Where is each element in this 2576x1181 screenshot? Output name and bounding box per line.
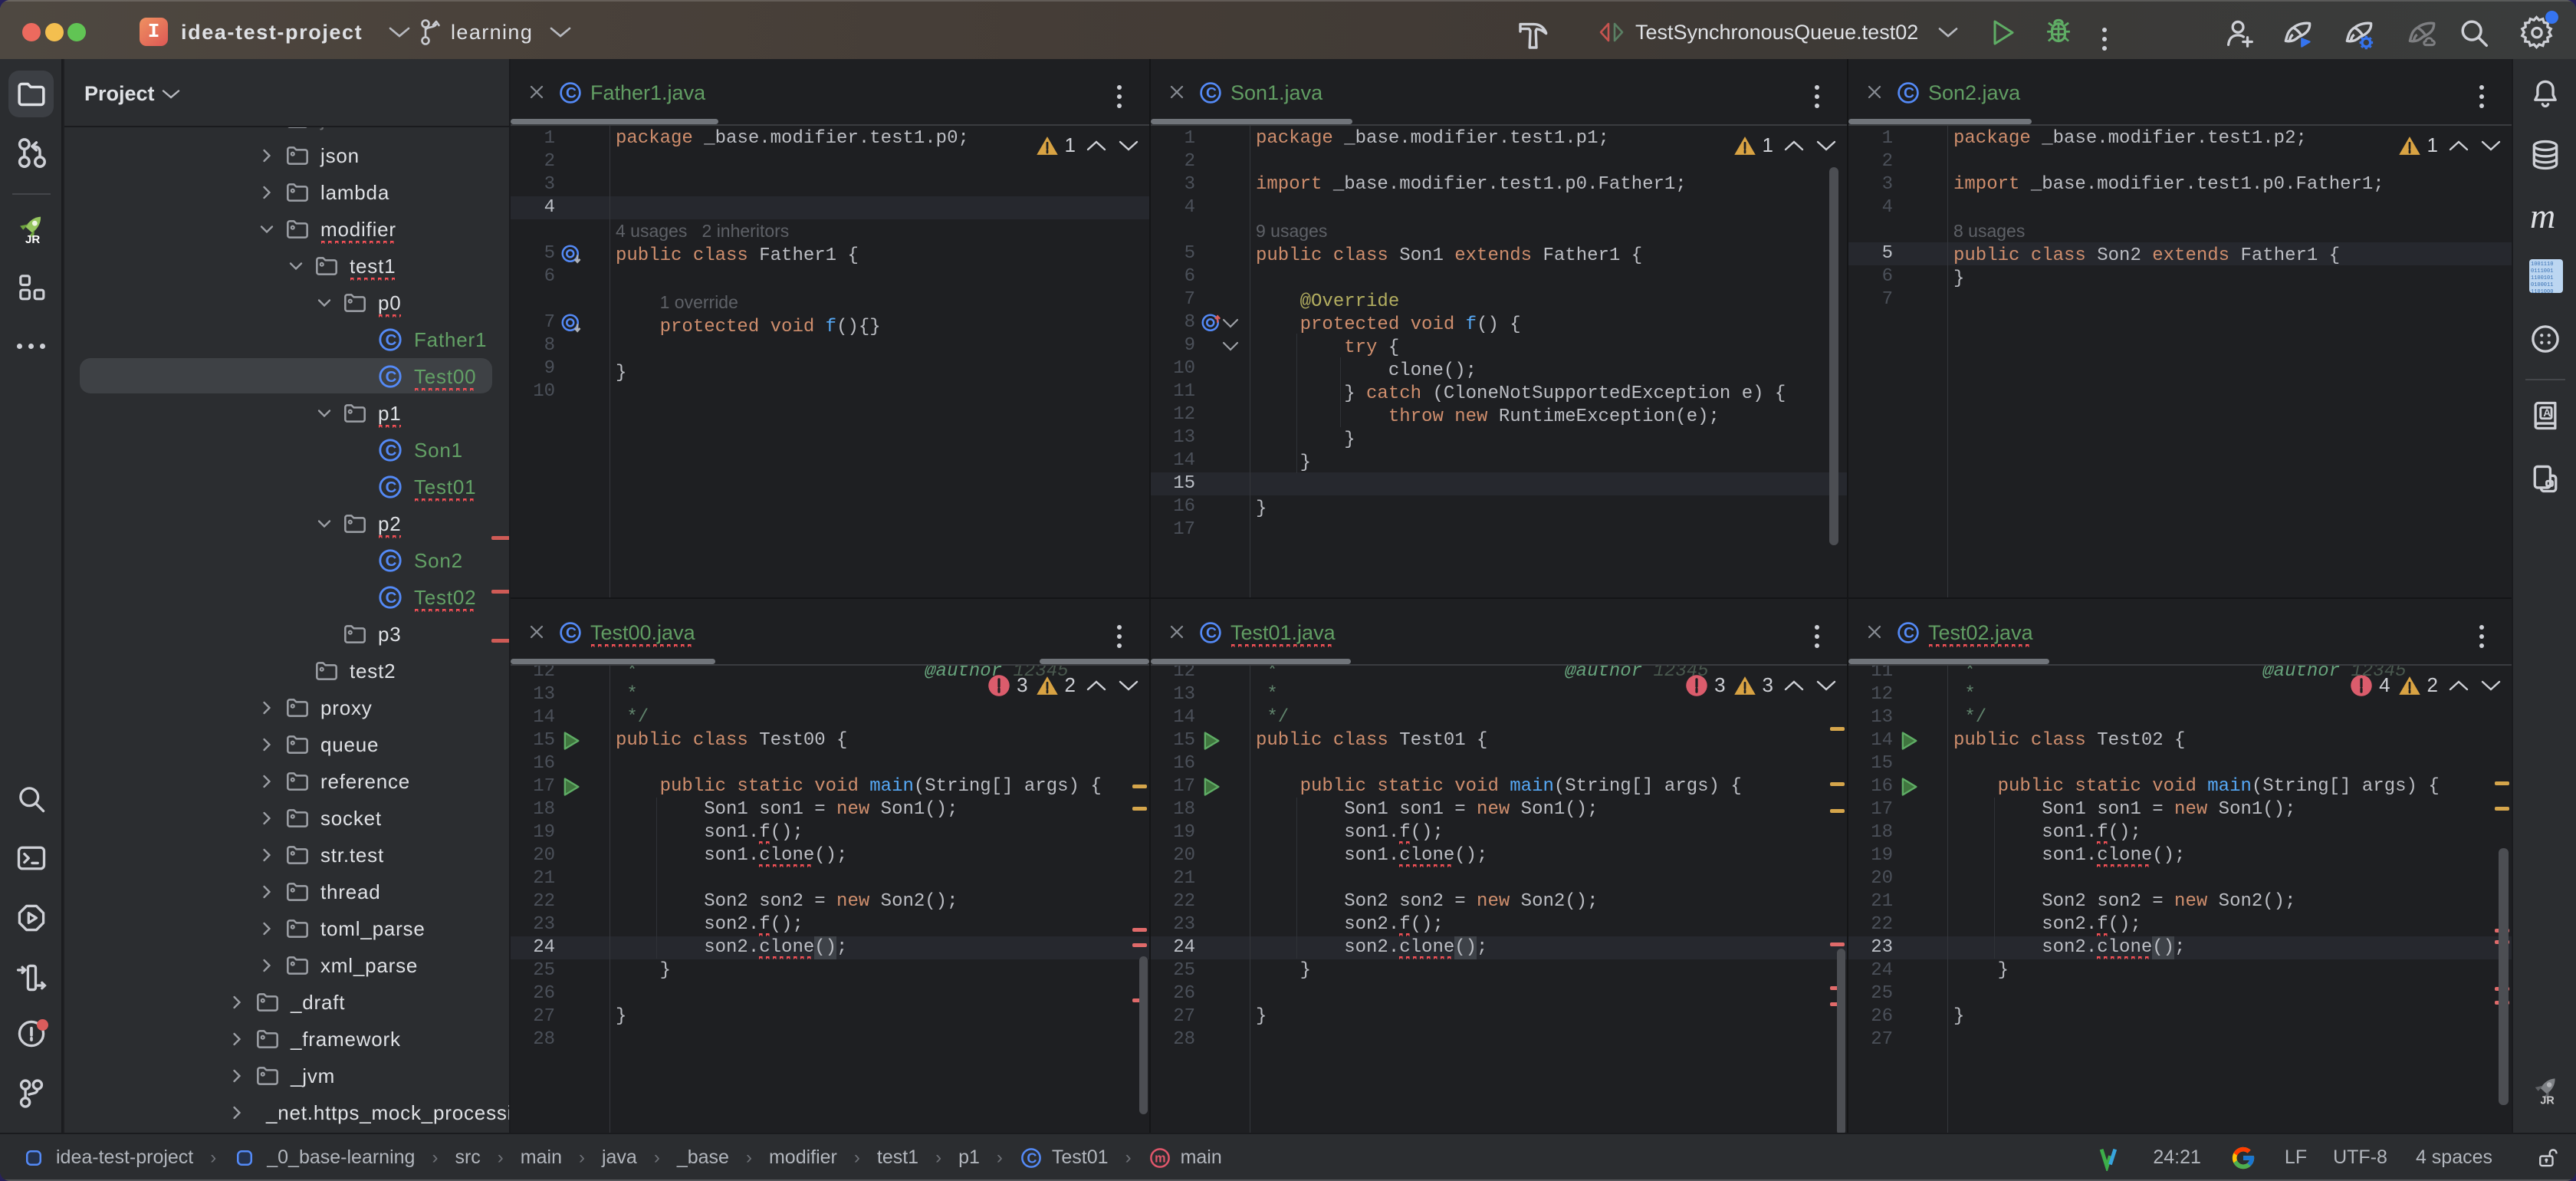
svg-text:A: A [2543,407,2551,419]
svg-text:C: C [386,331,398,349]
svg-text:C: C [566,86,577,102]
svg-text:m: m [1155,1151,1165,1165]
svg-text:C: C [1027,1150,1037,1166]
svg-text:C: C [1904,86,1914,102]
svg-text:C: C [386,442,398,459]
svg-text:C: C [386,589,398,607]
svg-text:JR: JR [25,233,40,246]
svg-text:C: C [386,479,398,496]
svg-text:C: C [566,626,577,642]
svg-text:C: C [1206,86,1217,102]
svg-text:C: C [386,552,398,570]
svg-text:C: C [1206,626,1217,642]
svg-text:C: C [1904,626,1914,642]
svg-text:JR: JR [2540,1094,2555,1107]
svg-text:C: C [386,368,398,386]
